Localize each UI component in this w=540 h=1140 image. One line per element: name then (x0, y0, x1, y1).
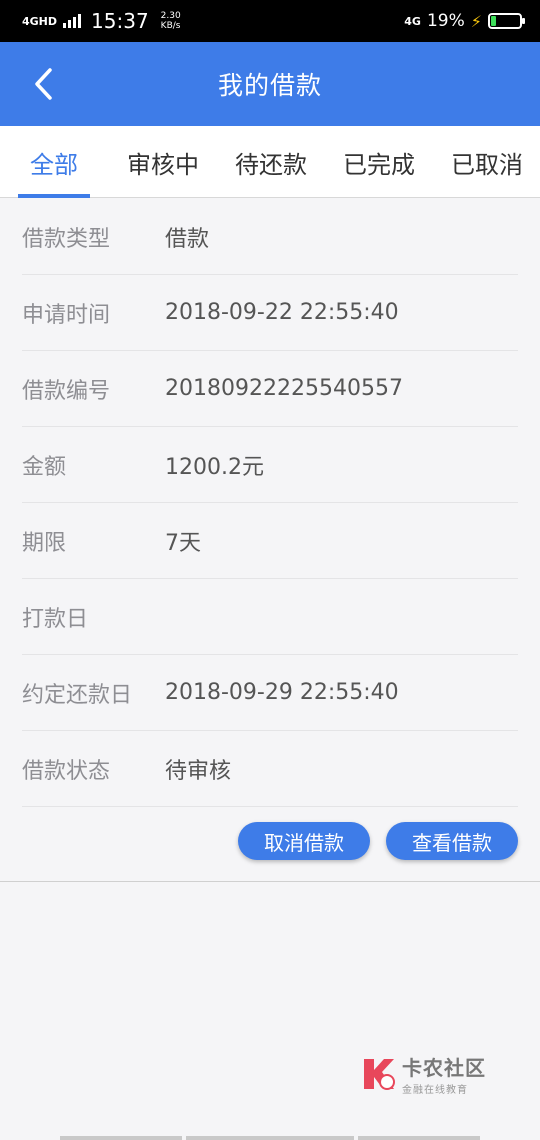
signal-icon (63, 14, 82, 28)
row-label: 约定还款日 (22, 682, 133, 708)
row-label: 金额 (22, 454, 67, 480)
row-value: 2018-09-22 22:55:40 (165, 300, 399, 325)
row-value: 7天 (165, 530, 201, 556)
tab-all[interactable]: 全部 (18, 126, 90, 198)
row-label: 借款状态 (22, 758, 111, 784)
row-label: 申请时间 (22, 302, 111, 328)
watermark: 卡农社区 金融在线教育 (360, 1052, 486, 1096)
tab-cancelled[interactable]: 已取消 (444, 126, 530, 198)
tab-completed[interactable]: 已完成 (336, 126, 422, 198)
charging-icon: ⚡ (470, 11, 482, 31)
network-type-right: 4G (404, 14, 421, 28)
active-tab-indicator (18, 194, 90, 198)
row-value: 20180922225540557 (165, 376, 403, 401)
row-label: 期限 (22, 530, 67, 556)
tab-bar: 全部 审核中 待还款 已完成 已取消 (0, 126, 540, 198)
row-label: 借款类型 (22, 226, 111, 252)
row-value: 2018-09-29 22:55:40 (165, 680, 399, 705)
tab-reviewing[interactable]: 审核中 (120, 126, 206, 198)
nav-hint-bar (186, 1136, 354, 1140)
battery-icon (488, 13, 525, 29)
battery-level (491, 16, 497, 26)
page-title: 我的借款 (217, 71, 322, 100)
row-label: 打款日 (22, 606, 89, 632)
status-bar: 4GHD 15:37 2.30 KB/s 4G 19% ⚡ (0, 0, 540, 42)
row-amount: 金额 1200.2元 (22, 427, 518, 503)
app-bar: 我的借款 (0, 42, 540, 126)
nav-hint-bar (60, 1136, 182, 1140)
row-value: 借款 (165, 226, 210, 252)
view-loan-button[interactable]: 查看借款 (386, 822, 518, 860)
row-payout-date: 打款日 (22, 579, 518, 655)
row-due-date: 约定还款日 2018-09-29 22:55:40 (22, 655, 518, 731)
row-value: 1200.2元 (165, 454, 264, 480)
network-speed: 2.30 KB/s (161, 11, 181, 31)
speed-value: 2.30 (160, 11, 181, 21)
nav-hint-bar (358, 1136, 480, 1140)
tab-pending-repayment[interactable]: 待还款 (228, 126, 314, 198)
network-type: 4GHD (22, 14, 58, 28)
row-term: 期限 7天 (22, 503, 518, 579)
watermark-title: 卡农社区 (402, 1056, 486, 1080)
cancel-loan-button[interactable]: 取消借款 (238, 822, 370, 860)
speed-unit: KB/s (160, 21, 181, 31)
kanong-logo-icon (364, 1059, 395, 1090)
row-loan-type: 借款类型 借款 (22, 199, 518, 275)
loan-card: 借款类型 借款 申请时间 2018-09-22 22:55:40 借款编号 20… (0, 199, 540, 882)
row-apply-time: 申请时间 2018-09-22 22:55:40 (22, 275, 518, 351)
watermark-subtitle: 金融在线教育 (402, 1085, 468, 1096)
clock: 15:37 (91, 9, 149, 33)
row-loan-number: 借款编号 20180922225540557 (22, 351, 518, 427)
row-value: 待审核 (165, 758, 232, 784)
battery-percent: 19% (426, 11, 465, 31)
row-label: 借款编号 (22, 378, 111, 404)
row-loan-status: 借款状态 待审核 (22, 731, 518, 807)
back-arrow-icon[interactable] (28, 66, 64, 102)
